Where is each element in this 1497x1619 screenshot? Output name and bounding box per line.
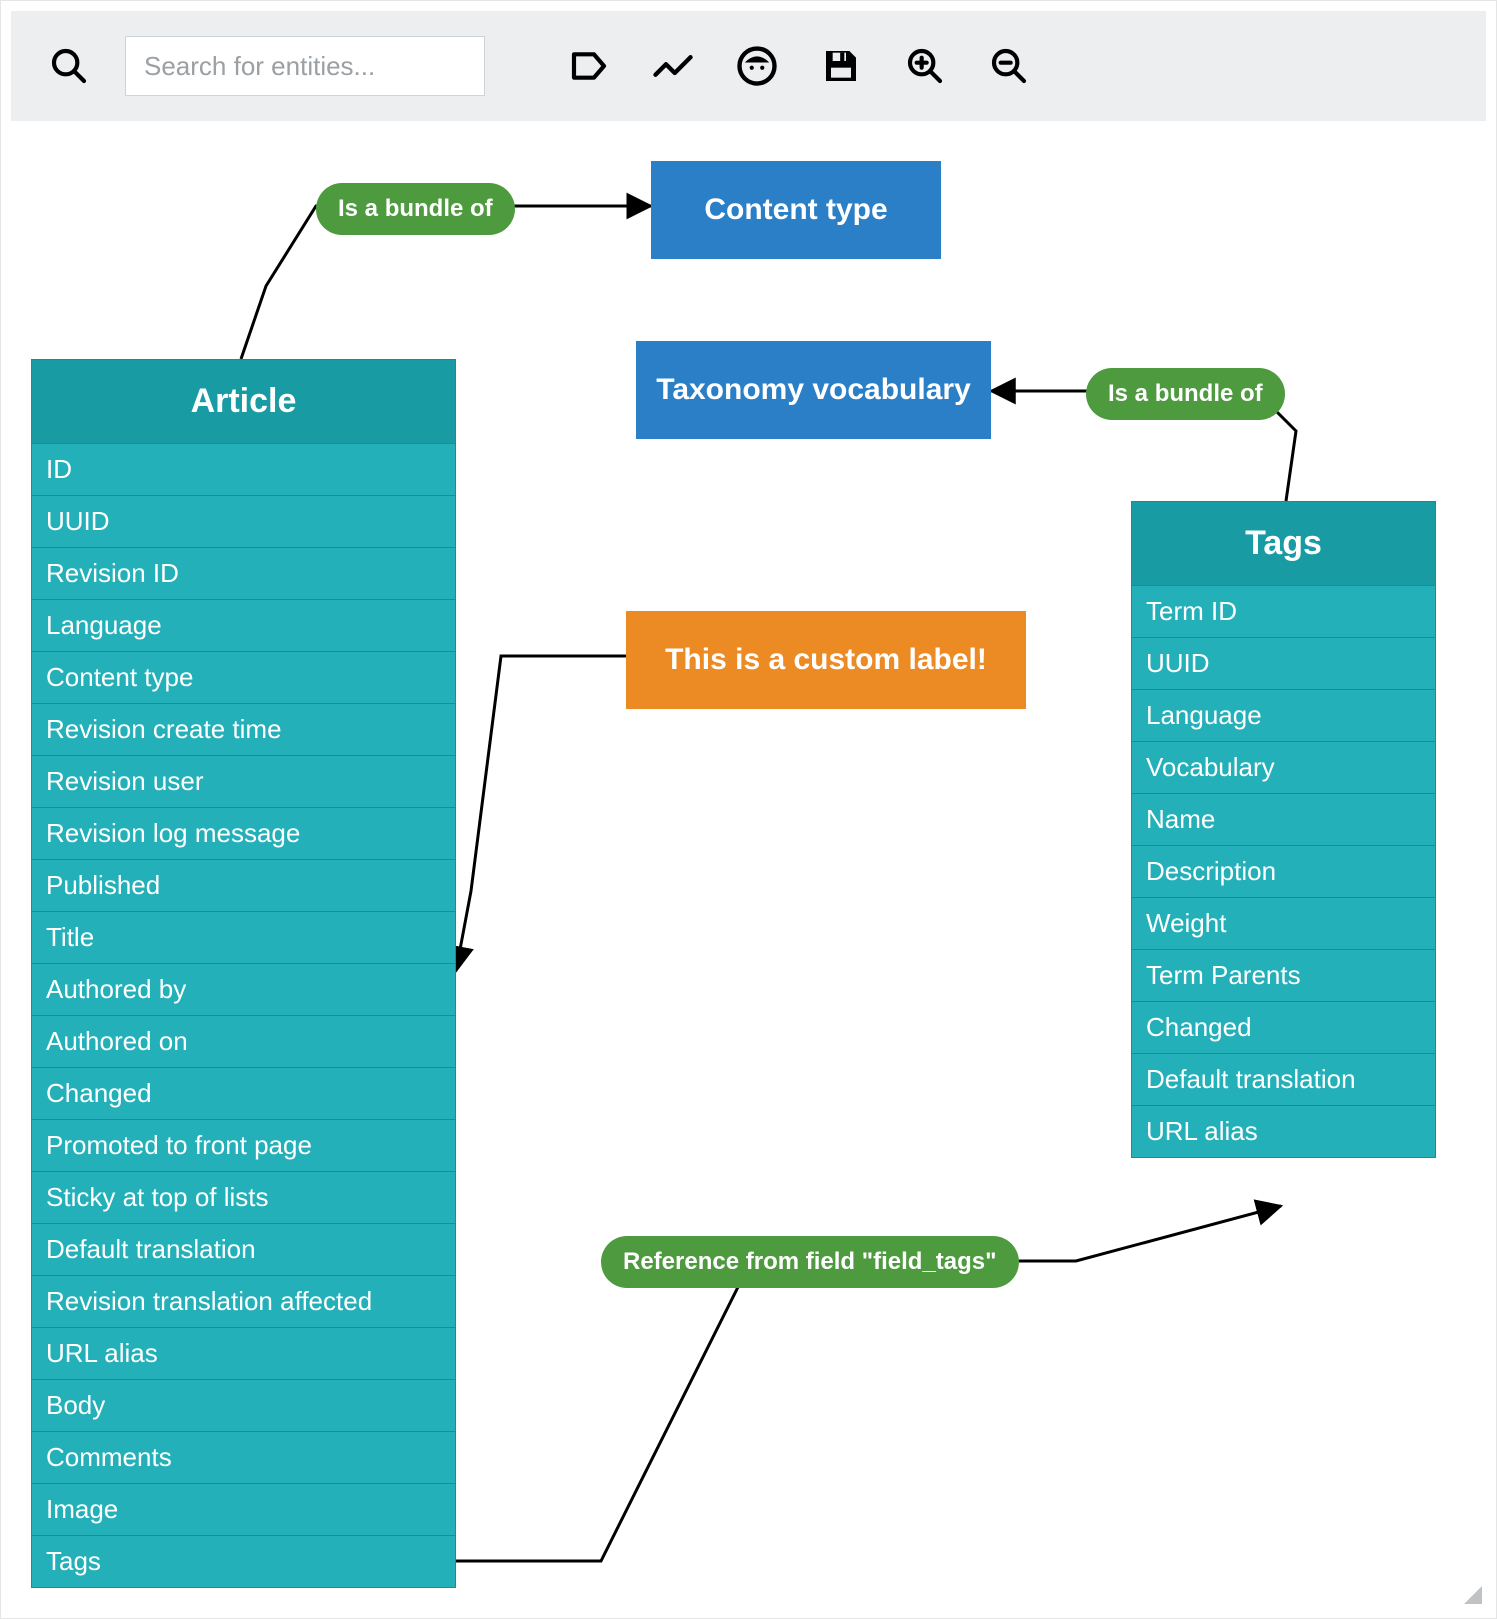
- entity-field-row[interactable]: Default translation: [1132, 1054, 1435, 1106]
- entity-field-row[interactable]: ID: [32, 444, 455, 496]
- diagram-canvas[interactable]: Content type Taxonomy vocabulary This is…: [11, 131, 1486, 1608]
- entity-field-row[interactable]: Revision translation affected: [32, 1276, 455, 1328]
- toolbar: [11, 11, 1486, 121]
- edge-label-text: Is a bundle of: [338, 195, 493, 222]
- resize-handle-icon[interactable]: [1464, 1586, 1482, 1604]
- entity-field-row[interactable]: Revision log message: [32, 808, 455, 860]
- entity-field-row[interactable]: Revision user: [32, 756, 455, 808]
- node-label: This is a custom label!: [665, 643, 987, 677]
- search-wrapper: [125, 36, 485, 96]
- edge-label-bundle-tags[interactable]: Is a bundle of: [1086, 368, 1285, 420]
- entity-field-row[interactable]: Authored on: [32, 1016, 455, 1068]
- timeline-icon[interactable]: [645, 38, 701, 94]
- save-icon[interactable]: [813, 38, 869, 94]
- entity-field-row[interactable]: URL alias: [1132, 1106, 1435, 1157]
- edge-label-reference-tags[interactable]: Reference from field "field_tags": [601, 1236, 1019, 1288]
- entity-field-row[interactable]: Changed: [32, 1068, 455, 1120]
- entity-field-row[interactable]: Description: [1132, 846, 1435, 898]
- edge-label-text: Is a bundle of: [1108, 380, 1263, 407]
- entity-field-row[interactable]: Vocabulary: [1132, 742, 1435, 794]
- entity-field-row[interactable]: Content type: [32, 652, 455, 704]
- entity-field-row[interactable]: Language: [32, 600, 455, 652]
- zoom-in-icon[interactable]: [897, 38, 953, 94]
- face-icon[interactable]: [729, 38, 785, 94]
- entity-field-row[interactable]: Sticky at top of lists: [32, 1172, 455, 1224]
- search-icon[interactable]: [41, 38, 97, 94]
- entity-field-row[interactable]: Promoted to front page: [32, 1120, 455, 1172]
- entity-field-row[interactable]: Image: [32, 1484, 455, 1536]
- entity-field-row[interactable]: Comments: [32, 1432, 455, 1484]
- entity-field-row[interactable]: Term ID: [1132, 586, 1435, 638]
- search-input[interactable]: [125, 36, 485, 96]
- node-content-type[interactable]: Content type: [651, 161, 941, 259]
- entity-title: Tags: [1132, 502, 1435, 586]
- entity-field-row[interactable]: Revision ID: [32, 548, 455, 600]
- node-taxonomy-vocabulary[interactable]: Taxonomy vocabulary: [636, 341, 991, 439]
- entity-tags[interactable]: Tags Term IDUUIDLanguageVocabularyNameDe…: [1131, 501, 1436, 1158]
- entity-field-row[interactable]: Name: [1132, 794, 1435, 846]
- edge-label-bundle-article[interactable]: Is a bundle of: [316, 183, 515, 235]
- entity-field-row[interactable]: UUID: [32, 496, 455, 548]
- entity-field-row[interactable]: UUID: [1132, 638, 1435, 690]
- entity-field-row[interactable]: Changed: [1132, 1002, 1435, 1054]
- entity-field-row[interactable]: Weight: [1132, 898, 1435, 950]
- entity-field-row[interactable]: Body: [32, 1380, 455, 1432]
- entity-field-row[interactable]: Term Parents: [1132, 950, 1435, 1002]
- zoom-out-icon[interactable]: [981, 38, 1037, 94]
- entity-field-row[interactable]: Authored by: [32, 964, 455, 1016]
- entity-field-row[interactable]: Language: [1132, 690, 1435, 742]
- entity-article[interactable]: Article IDUUIDRevision IDLanguageContent…: [31, 359, 456, 1588]
- entity-field-row[interactable]: Tags: [32, 1536, 455, 1587]
- entity-field-row[interactable]: Revision create time: [32, 704, 455, 756]
- entity-field-row[interactable]: Published: [32, 860, 455, 912]
- entity-field-row[interactable]: Title: [32, 912, 455, 964]
- node-label: Content type: [704, 193, 887, 227]
- entity-field-row[interactable]: Default translation: [32, 1224, 455, 1276]
- label-icon[interactable]: [561, 38, 617, 94]
- node-custom-label[interactable]: This is a custom label!: [626, 611, 1026, 709]
- edge-label-text: Reference from field "field_tags": [623, 1248, 997, 1275]
- entity-title: Article: [32, 360, 455, 444]
- node-label: Taxonomy vocabulary: [656, 373, 971, 407]
- entity-field-row[interactable]: URL alias: [32, 1328, 455, 1380]
- app-root: Content type Taxonomy vocabulary This is…: [0, 0, 1497, 1619]
